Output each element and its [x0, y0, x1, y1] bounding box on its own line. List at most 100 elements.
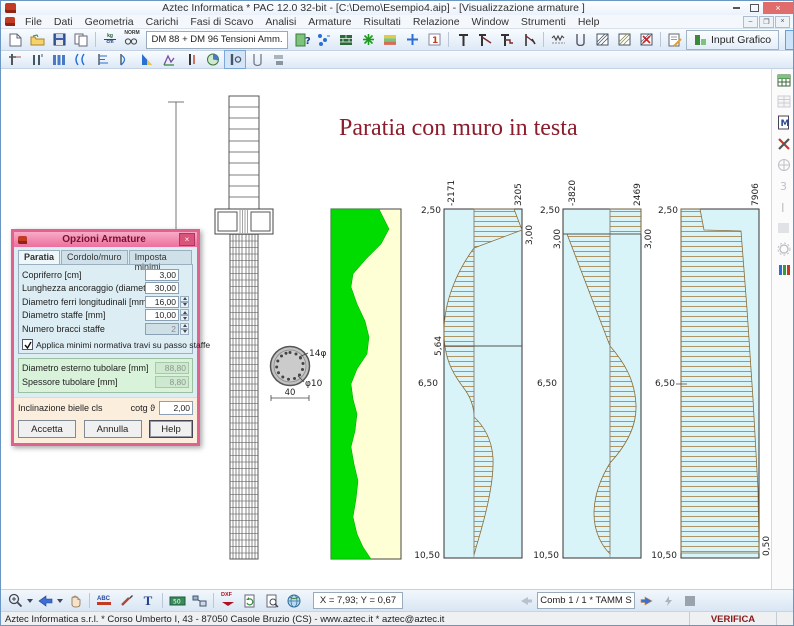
back-arrow-icon[interactable]	[34, 591, 56, 610]
node-points-icon[interactable]	[313, 30, 335, 49]
ancoraggio-field[interactable]: 30,00	[145, 282, 179, 294]
menu-geometria[interactable]: Geometria	[79, 16, 140, 28]
page-preview-icon[interactable]	[261, 591, 283, 610]
menu-help[interactable]: Help	[572, 16, 606, 28]
circle-diagram-icon[interactable]	[202, 50, 224, 69]
diametro-ferri-spinner[interactable]	[180, 296, 189, 308]
menu-window[interactable]: Window	[466, 16, 515, 28]
compass-icon[interactable]	[774, 156, 793, 173]
copriferro-field[interactable]: 3,00	[145, 269, 179, 281]
dialog-close-button[interactable]: ×	[179, 233, 195, 246]
pile-forces-icon[interactable]	[180, 50, 202, 69]
table-alt-icon[interactable]	[774, 93, 793, 110]
blank-section-icon[interactable]	[774, 219, 793, 236]
pan-hand-icon[interactable]	[64, 591, 86, 610]
menu-analisi[interactable]: Analisi	[259, 16, 302, 28]
diametro-ferri-field[interactable]: 16,00	[145, 296, 179, 308]
mdi-close-button[interactable]: ×	[775, 16, 790, 28]
dxf-export-icon[interactable]: DXF	[217, 591, 239, 610]
help-button[interactable]: Help	[149, 420, 193, 438]
menu-fasi-di-scavo[interactable]: Fasi di Scavo	[184, 16, 259, 28]
pile-anchor-icon[interactable]	[474, 30, 496, 49]
gear-icon[interactable]	[774, 240, 793, 257]
legend-bars-icon[interactable]	[774, 261, 793, 278]
minimi-normativa-checkbox[interactable]	[22, 339, 33, 350]
menu-dati[interactable]: Dati	[48, 16, 79, 28]
wall-double-icon[interactable]	[26, 50, 48, 69]
menu-strumenti[interactable]: Strumenti	[515, 16, 572, 28]
new-file-icon[interactable]	[4, 30, 26, 49]
annulla-button[interactable]: Annulla	[84, 420, 142, 438]
springs-icon[interactable]	[547, 30, 569, 49]
numbering-icon[interactable]: 1	[423, 30, 445, 49]
tools-icon[interactable]	[774, 135, 793, 152]
stirrup-icon[interactable]	[569, 30, 591, 49]
scale-icon[interactable]	[188, 591, 210, 610]
next-combination-arrow[interactable]	[635, 591, 657, 610]
hatch-area-alt-icon[interactable]	[613, 30, 635, 49]
text-tool-icon[interactable]: T	[137, 591, 159, 610]
axes-cross-icon[interactable]	[401, 30, 423, 49]
vegetation-icon[interactable]	[357, 30, 379, 49]
tab-imposta-minimi[interactable]: Imposta minimi	[129, 250, 192, 264]
menu-risultati[interactable]: Risultati	[357, 16, 406, 28]
page-refresh-icon[interactable]	[239, 591, 261, 610]
diametro-staffe-spinner[interactable]	[180, 309, 189, 321]
mdi-minimize-button[interactable]: –	[743, 16, 758, 28]
copy-icon[interactable]	[70, 30, 92, 49]
diametro-staffe-field[interactable]: 10,00	[145, 309, 179, 321]
table-icon[interactable]	[774, 72, 793, 89]
stop-icon[interactable]	[679, 591, 701, 610]
pressure-diagram-icon[interactable]	[92, 50, 114, 69]
grafica-button[interactable]: Grafica	[785, 30, 794, 50]
soil-profile-icon[interactable]: ?	[291, 30, 313, 49]
hatch-delete-icon[interactable]	[635, 30, 657, 49]
armature-view-icon[interactable]	[224, 50, 246, 69]
columns-icon[interactable]	[48, 50, 70, 69]
font-color-icon[interactable]: ABC	[93, 591, 115, 610]
notes-icon[interactable]	[664, 30, 686, 49]
bracci-staffe-spinner[interactable]	[180, 323, 189, 335]
save-icon[interactable]	[48, 30, 70, 49]
inclinazione-field[interactable]: 2,00	[159, 401, 193, 415]
ibeam-icon[interactable]: I	[774, 198, 793, 215]
input-grafico-button[interactable]: Input Grafico	[686, 30, 779, 50]
normative-icon[interactable]: NORM	[121, 30, 143, 49]
moment-curve-icon[interactable]	[70, 50, 92, 69]
displacement-diagram-icon[interactable]	[114, 50, 136, 69]
menu-carichi[interactable]: Carichi	[140, 16, 185, 28]
bricks-icon[interactable]	[335, 30, 357, 49]
dialog-title-bar[interactable]: Opzioni Armature ×	[14, 232, 197, 247]
mdi-restore-button[interactable]: ❐	[759, 16, 774, 28]
mini-diagram-icon[interactable]	[158, 50, 180, 69]
minimize-button[interactable]	[727, 2, 745, 14]
mdi-document-icon[interactable]	[5, 17, 15, 26]
strata-icon[interactable]	[379, 30, 401, 49]
menu-file[interactable]: File	[19, 16, 48, 28]
ruler-icon[interactable]: 50	[166, 591, 188, 610]
open-file-icon[interactable]	[26, 30, 48, 49]
accetta-button[interactable]: Accetta	[18, 420, 76, 438]
zoom-dropdown-caret[interactable]	[27, 599, 33, 603]
zoom-icon[interactable]	[4, 591, 26, 610]
hatch-area-icon[interactable]	[591, 30, 613, 49]
triangle-diagram-icon[interactable]	[136, 50, 158, 69]
wall-draw-icon[interactable]	[4, 50, 26, 69]
maximize-button[interactable]	[745, 2, 763, 14]
units-kgcm-icon[interactable]: kgcm	[99, 30, 121, 49]
pile-bench-icon[interactable]	[496, 30, 518, 49]
close-button[interactable]: ×	[763, 2, 793, 14]
globe-icon[interactable]	[283, 591, 305, 610]
back-dropdown-caret[interactable]	[57, 599, 63, 603]
tab-paratia[interactable]: Paratia	[18, 250, 60, 264]
menu-armature[interactable]: Armature	[302, 16, 357, 28]
flash-icon[interactable]	[657, 591, 679, 610]
anchor-incline-icon[interactable]	[518, 30, 540, 49]
normative-combo[interactable]: DM 88 + DM 96 Tensioni Amm.	[146, 31, 288, 49]
stirrup-view-icon[interactable]	[246, 50, 268, 69]
menu-relazione[interactable]: Relazione	[407, 16, 466, 28]
brush-icon[interactable]	[115, 591, 137, 610]
tab-cordolo-muro[interactable]: Cordolo/muro	[61, 250, 128, 264]
section-view-icon[interactable]	[268, 50, 290, 69]
profile-3d-icon[interactable]: 3	[774, 177, 793, 194]
